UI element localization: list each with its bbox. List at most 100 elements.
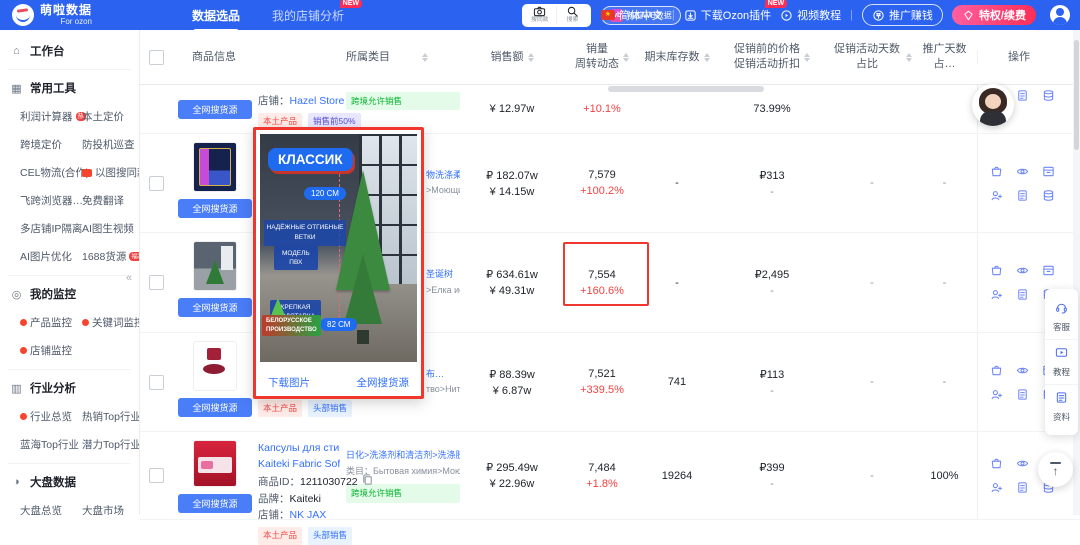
float-item-play[interactable]: 教程 (1045, 339, 1078, 384)
category-link[interactable]: 日化>洗涤剂和清洁剂>洗涤胶囊 (346, 448, 460, 463)
sidebar-item[interactable]: 防投机巡查 (82, 137, 139, 152)
sort-icon[interactable] (527, 52, 534, 62)
search-source-button[interactable]: 全网搜货源 (178, 199, 252, 218)
nav-item-coin-icon[interactable]: 推广赚钱 (861, 4, 943, 26)
sidebar-item[interactable]: 大盘总览 (20, 503, 82, 515)
action-doc-icon[interactable] (1016, 189, 1029, 202)
sidebar-item[interactable]: 跨境定价 (20, 137, 82, 152)
sidebar-item[interactable]: 行业总览 (20, 409, 82, 424)
category-link[interactable]: 圣诞树 (426, 267, 460, 282)
action-doc-icon[interactable] (1016, 89, 1029, 102)
search-source-button[interactable]: 全网搜货源 (178, 494, 252, 513)
sidebar-item[interactable]: 店铺监控 (20, 343, 82, 358)
sidebar-item[interactable]: 大盘市场 (82, 503, 137, 515)
action-user-icon[interactable] (990, 189, 1003, 202)
sidebar-item[interactable]: 利润计算器热 (20, 109, 86, 124)
float-item-headset[interactable]: 客服 (1045, 295, 1078, 339)
user-avatar[interactable] (1050, 5, 1070, 25)
nav-item-gem-icon[interactable]: 特权/续费 (951, 5, 1036, 25)
action-db-icon[interactable] (1042, 89, 1055, 102)
action-card-icon[interactable] (1042, 165, 1055, 178)
sidebar-item[interactable]: 免费翻译 (82, 193, 139, 208)
sidebar-item[interactable]: 产品监控 (20, 315, 82, 330)
row-checkbox[interactable] (148, 374, 164, 390)
action-user-icon[interactable] (990, 481, 1003, 494)
scroll-indicator-bar[interactable] (608, 86, 764, 92)
action-bag-icon[interactable] (990, 165, 1003, 178)
sidebar-item[interactable]: AI图片优化 (20, 249, 82, 264)
action-doc-icon[interactable] (1016, 288, 1029, 301)
action-card-icon[interactable] (1042, 264, 1055, 277)
row-checkbox[interactable] (148, 275, 164, 290)
sidebar-item-label: CEL物流(合作) (20, 167, 90, 179)
origin-label: БЕЛОРУССКОЕ ПРОИЗВОДСТВО (262, 315, 321, 336)
sort-icon[interactable] (804, 52, 810, 62)
image-search-button[interactable]: 搜同款 (524, 6, 556, 24)
product-title[interactable]: Капсулы для стирки 3в1▶ (258, 440, 340, 456)
sort-icon[interactable] (422, 52, 428, 62)
sort-icon[interactable] (703, 52, 710, 62)
search-source-button[interactable]: 全网搜货源 (178, 298, 252, 317)
sidebar-collapse-handle[interactable]: « (126, 272, 132, 284)
search-source-link[interactable]: 全网搜货源 (357, 375, 410, 390)
search-source-button[interactable]: 全网搜货源 (178, 398, 252, 417)
sidebar-item[interactable]: 飞跨浏览器… (20, 193, 83, 208)
sidebar-item[interactable]: AI图生视频 (82, 221, 139, 236)
action-doc-icon[interactable] (1016, 388, 1029, 401)
product-subtitle[interactable]: Kaiteki Fabric Softner Ca… (258, 456, 340, 472)
sort-icon[interactable] (623, 52, 629, 62)
app-logo[interactable]: 萌啦数据 For ozon (0, 4, 150, 26)
sidebar-item[interactable]: 潜力Top行业 (82, 437, 139, 452)
product-thumbnail[interactable] (193, 440, 237, 487)
tab-my-shop-analysis[interactable]: 我的店铺分析 NEW (270, 0, 363, 24)
nav-item-play-circle-icon[interactable]: 视频教程 (780, 7, 841, 23)
service-avatar[interactable] (972, 84, 1014, 126)
action-eye-icon[interactable] (1016, 264, 1029, 277)
row-checkbox[interactable] (148, 175, 164, 191)
product-thumbnail[interactable] (193, 142, 237, 192)
sidebar-section-header[interactable]: ◎ 我的监控 (0, 277, 139, 311)
sidebar-section-header[interactable]: ▥ 行业分析 (0, 371, 139, 405)
action-eye-icon[interactable] (1016, 457, 1029, 470)
action-doc-icon[interactable] (1016, 481, 1029, 494)
sidebar-item[interactable]: 关键词监控 (82, 315, 139, 330)
action-bag-icon[interactable] (990, 264, 1003, 277)
action-eye-icon[interactable] (1016, 165, 1029, 178)
shop-link[interactable]: Hazel Store (290, 95, 345, 107)
sidebar-item[interactable]: 蓝海Top行业 (20, 437, 82, 452)
nav-item-flag-icon[interactable]: ★ 简体中文 (600, 7, 663, 23)
sidebar-item-workbench[interactable]: ⌂ 工作台 (0, 34, 139, 68)
action-user-icon[interactable] (990, 288, 1003, 301)
search-button[interactable]: 搜索 (555, 6, 589, 24)
scrollbar-thumb[interactable] (1074, 40, 1079, 150)
select-all-checkbox[interactable] (148, 49, 164, 65)
float-item-doc2[interactable]: 资料 (1045, 384, 1078, 429)
search-source-button[interactable]: 全网搜货源 (178, 100, 252, 119)
copy-icon[interactable] (361, 473, 374, 491)
sidebar-item[interactable]: CEL物流(合作) (20, 165, 89, 180)
product-thumbnail[interactable] (193, 341, 237, 391)
sidebar-item[interactable]: 本土定价 (82, 109, 139, 124)
shop-link[interactable]: NK JAX (290, 509, 327, 521)
sidebar-item[interactable]: 1688货源福利 (82, 249, 139, 264)
row-checkbox[interactable] (148, 468, 164, 483)
download-image-link[interactable]: 下载图片 (268, 375, 310, 390)
page-scrollbar[interactable] (1073, 30, 1080, 515)
category-link[interactable]: 物洗涤柔… (426, 168, 460, 183)
action-user-icon[interactable] (990, 388, 1003, 401)
action-bag-icon[interactable] (990, 457, 1003, 470)
sidebar-item[interactable]: 以图搜同款 (82, 165, 139, 180)
back-to-top-button[interactable]: ↑ (1038, 452, 1073, 487)
action-eye-icon[interactable] (1016, 364, 1029, 377)
sidebar-item[interactable]: 热销Top行业 (82, 409, 139, 424)
stock-value: 741 (667, 376, 687, 388)
action-bag-icon[interactable] (990, 364, 1003, 377)
nav-item-download-icon[interactable]: 下载Ozon插件 NEW (684, 0, 788, 23)
category-link[interactable]: 布… (426, 367, 460, 382)
product-thumbnail[interactable] (193, 241, 237, 291)
sidebar-section-header[interactable]: ◑ 大盘数据 (0, 465, 139, 499)
sidebar-item[interactable]: 多店铺IP隔离 (20, 221, 82, 236)
sidebar-section-header[interactable]: ▦ 常用工具 (0, 71, 139, 105)
tab-data-selection[interactable]: 数据选品 (190, 7, 242, 31)
action-db-icon[interactable] (1042, 189, 1055, 202)
